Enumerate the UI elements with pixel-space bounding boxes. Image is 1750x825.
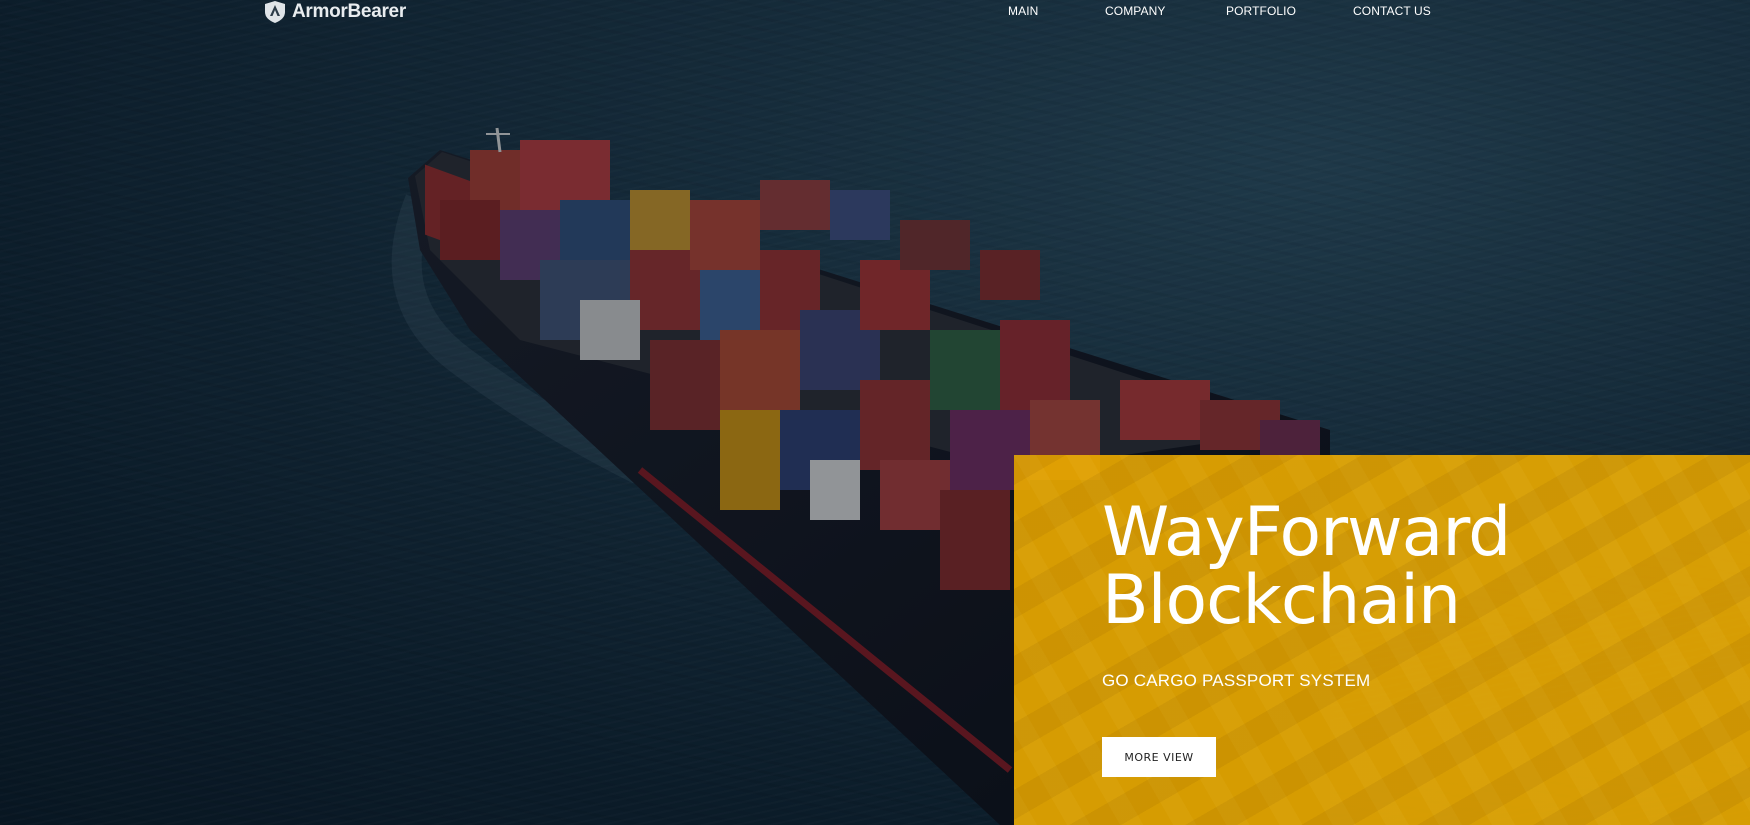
hero-section: ArmorBearer MAIN COMPANY PORTFOLIO CONTA… [0, 0, 1750, 825]
more-view-button[interactable]: MORE VIEW [1102, 737, 1216, 777]
hero-feature-panel: WayForward Blockchain GO CARGO PASSPORT … [1014, 455, 1750, 825]
hero-subtitle: GO CARGO PASSPORT SYSTEM [1102, 671, 1371, 690]
nav-item-portfolio[interactable]: PORTFOLIO [1226, 4, 1296, 18]
nav-item-company[interactable]: COMPANY [1105, 4, 1165, 18]
main-nav: MAIN COMPANY PORTFOLIO CONTACT US [0, 4, 1750, 20]
nav-item-main[interactable]: MAIN [1008, 4, 1038, 18]
hero-headline: WayForward Blockchain [1102, 499, 1511, 635]
nav-item-contact-us[interactable]: CONTACT US [1353, 4, 1431, 18]
hero-headline-line-2: Blockchain [1102, 561, 1461, 640]
top-navigation-bar: ArmorBearer MAIN COMPANY PORTFOLIO CONTA… [0, 0, 1750, 26]
